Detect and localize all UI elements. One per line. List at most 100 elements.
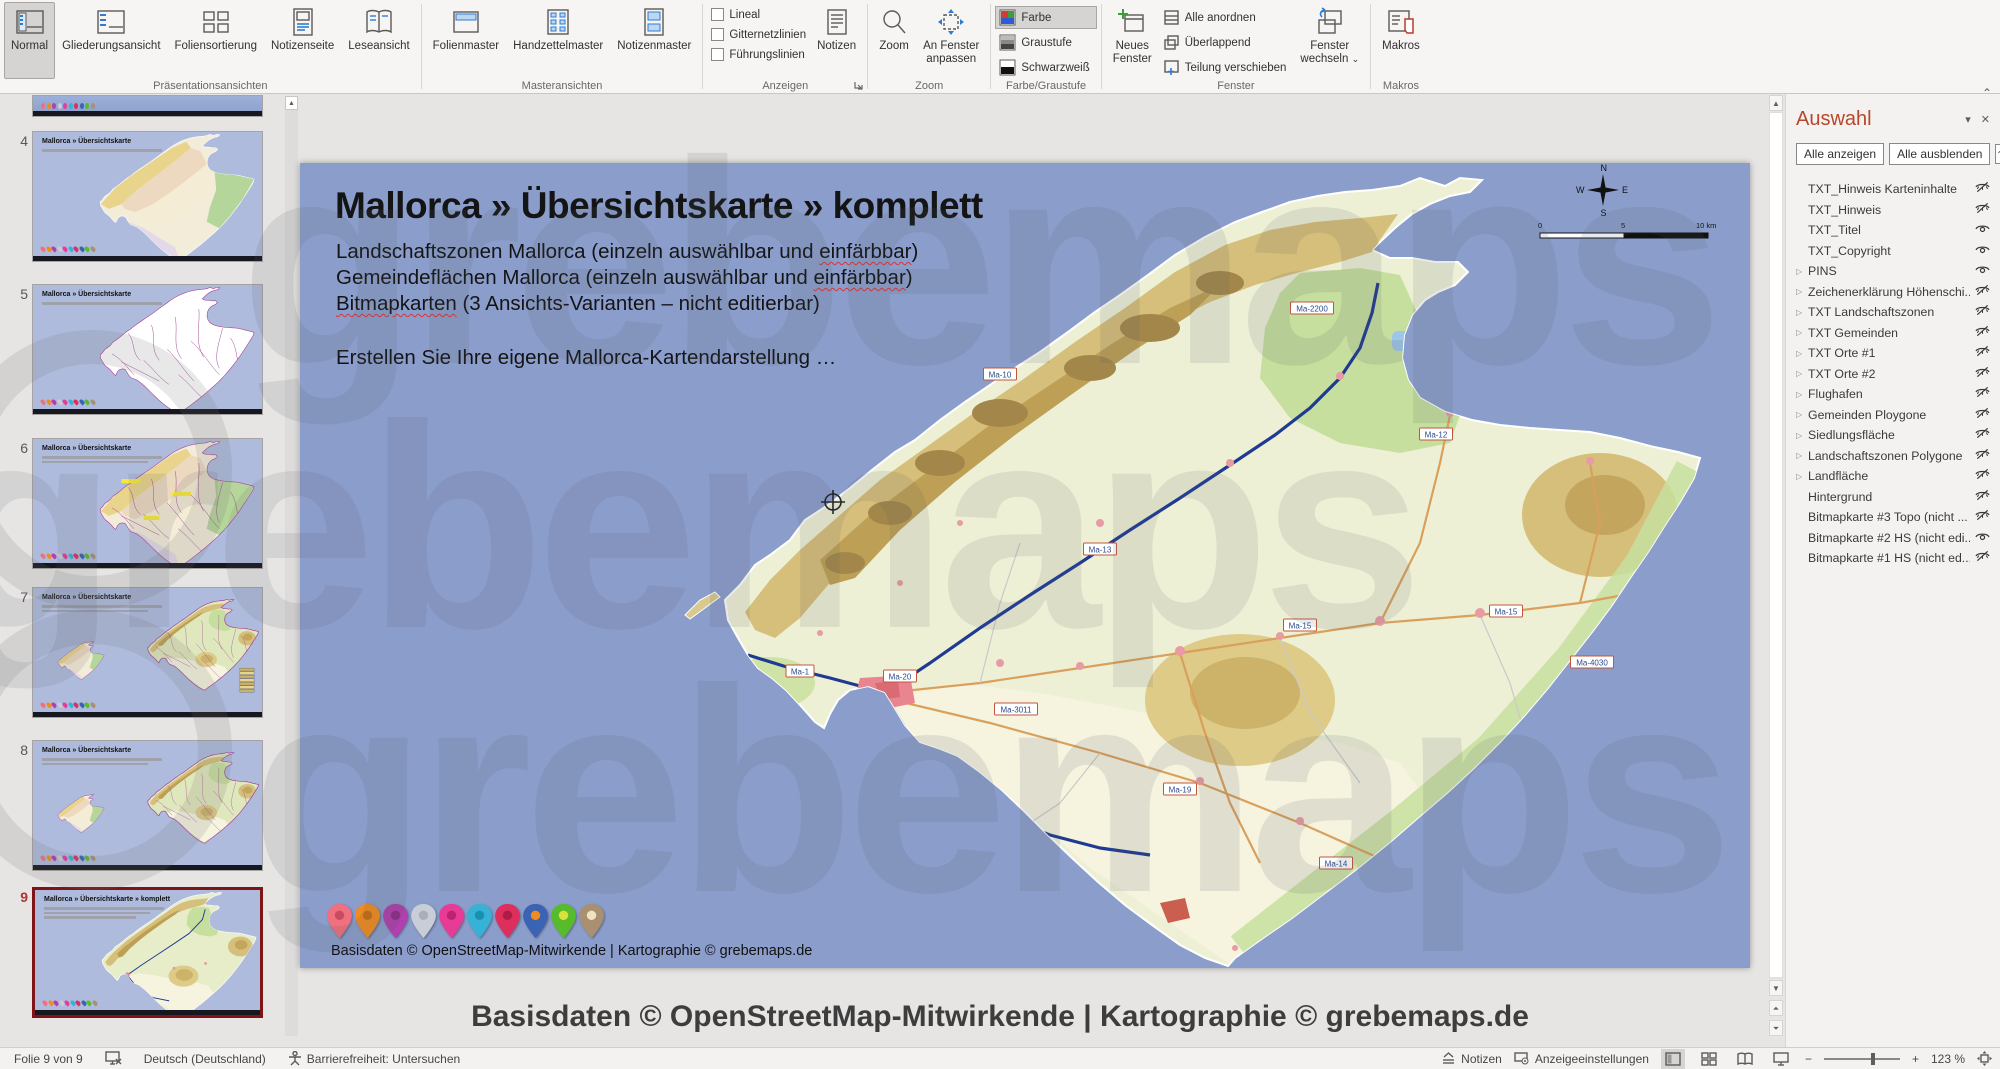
map-pin-orange[interactable]: [355, 904, 380, 938]
eye-hidden-icon[interactable]: [1970, 488, 1990, 506]
map-pin-silver[interactable]: [411, 904, 436, 938]
zoom-out-button[interactable]: −: [1805, 1052, 1812, 1066]
eye-hidden-icon[interactable]: [1970, 447, 1990, 465]
macros-button[interactable]: Makros: [1375, 2, 1427, 79]
eye-visible-icon[interactable]: [1970, 242, 1990, 260]
reading-view-toggle[interactable]: [1733, 1049, 1757, 1069]
thumbnail-slide-7[interactable]: 7Mallorca » Übersichtskarte: [32, 587, 263, 718]
slide-title-textbox[interactable]: Mallorca » Übersichtskarte » komplett: [335, 185, 983, 227]
thumbnail-slide-6[interactable]: 6Mallorca » Übersichtskarte: [32, 438, 263, 569]
expand-triangle-icon[interactable]: ▷: [1796, 431, 1808, 440]
accessibility-status[interactable]: Barrierefreiheit: Untersuchen: [288, 1051, 460, 1066]
slideshow-toggle[interactable]: [1769, 1049, 1793, 1069]
eye-hidden-icon[interactable]: [1970, 549, 1990, 567]
expand-triangle-icon[interactable]: ▷: [1796, 390, 1808, 399]
selection-layer-item[interactable]: TXT_Hinweis: [1796, 200, 1990, 221]
thumbnail-slide-8[interactable]: 8Mallorca » Übersichtskarte: [32, 740, 263, 871]
thumbnail-slide-5[interactable]: 5Mallorca » Übersichtskarte: [32, 284, 263, 415]
eye-hidden-icon[interactable]: [1970, 180, 1990, 198]
display-settings-toggle[interactable]: Anzeigeeinstellungen: [1514, 1052, 1649, 1066]
ruler-checkbox[interactable]: Lineal: [711, 8, 806, 21]
zoom-in-button[interactable]: +: [1912, 1052, 1919, 1066]
slide-sorter-toggle[interactable]: [1697, 1049, 1721, 1069]
eye-hidden-icon[interactable]: [1970, 201, 1990, 219]
show-all-button[interactable]: Alle anzeigen: [1796, 143, 1884, 165]
expand-triangle-icon[interactable]: ▷: [1796, 308, 1808, 317]
slide-counter[interactable]: Folie 9 von 9: [14, 1052, 83, 1066]
fit-slide-button[interactable]: [1977, 1051, 1992, 1066]
notes-page-button[interactable]: Notizenseite: [264, 2, 341, 79]
notes-master-button[interactable]: Notizenmaster: [610, 2, 698, 79]
selection-layer-item[interactable]: ▷Landschaftszonen Polygone: [1796, 446, 1990, 467]
eye-hidden-icon[interactable]: [1970, 406, 1990, 424]
expand-triangle-icon[interactable]: ▷: [1796, 287, 1808, 296]
selection-layer-item[interactable]: ▷TXT Orte #2: [1796, 364, 1990, 385]
handout-master-button[interactable]: Handzettelmaster: [506, 2, 610, 79]
scroll-up-arrow-icon[interactable]: ▲: [1769, 95, 1783, 111]
selection-layer-item[interactable]: Bitmapkarte #2 HS (nicht edi...: [1796, 528, 1990, 549]
selection-layer-item[interactable]: ▷Zeichenerklärung Höhenschi...: [1796, 282, 1990, 303]
selection-layer-item[interactable]: Bitmapkarte #3 Topo (nicht ...: [1796, 507, 1990, 528]
map-pin-green[interactable]: [551, 904, 576, 938]
fit-to-window-button[interactable]: An Fenster anpassen: [916, 2, 986, 79]
selection-layer-item[interactable]: ▷PINS: [1796, 261, 1990, 282]
expand-triangle-icon[interactable]: ▷: [1796, 369, 1808, 378]
guides-checkbox[interactable]: Führungslinien: [711, 48, 806, 61]
eye-hidden-icon[interactable]: [1970, 283, 1990, 301]
zoom-button[interactable]: Zoom: [872, 2, 916, 79]
expand-triangle-icon[interactable]: ▷: [1796, 328, 1808, 337]
expand-triangle-icon[interactable]: ▷: [1796, 451, 1808, 460]
gridlines-checkbox[interactable]: Gitternetzlinien: [711, 28, 806, 41]
eye-hidden-icon[interactable]: [1970, 303, 1990, 321]
selection-layer-item[interactable]: Bitmapkarte #1 HS (nicht ed...: [1796, 548, 1990, 569]
map-pin-tan[interactable]: [579, 904, 604, 938]
canvas-vertical-scrollbar[interactable]: ▲ ▼ ⏶ ⏷: [1767, 94, 1785, 1047]
thumbnail-slide-3-partial[interactable]: [32, 95, 263, 117]
selection-layer-item[interactable]: ▷Landfläche: [1796, 466, 1990, 487]
hide-all-button[interactable]: Alle ausblenden: [1889, 143, 1990, 165]
map-pin-blue[interactable]: [523, 904, 548, 938]
slide-subtitle-textbox[interactable]: Landschaftszonen Mallorca (einzeln auswä…: [336, 239, 918, 317]
selection-layer-item[interactable]: ▷Siedlungsfläche: [1796, 425, 1990, 446]
color-button[interactable]: Farbe: [995, 6, 1096, 29]
scroll-up-icon[interactable]: ▲: [285, 96, 298, 110]
outline-view-button[interactable]: Gliederungsansicht: [55, 2, 167, 79]
scroll-down-arrow-icon[interactable]: ▼: [1769, 980, 1783, 996]
map-pin-cyan[interactable]: [467, 904, 492, 938]
expand-triangle-icon[interactable]: ▷: [1796, 472, 1808, 481]
show-dialog-launcher-icon[interactable]: [853, 80, 865, 92]
selection-layer-item[interactable]: Hintergrund: [1796, 487, 1990, 508]
selection-layer-item[interactable]: TXT_Titel: [1796, 220, 1990, 241]
reading-view-button[interactable]: Leseansicht: [341, 2, 416, 79]
eye-hidden-icon[interactable]: [1970, 467, 1990, 485]
selection-layer-item[interactable]: ▷Gemeinden Ploygone: [1796, 405, 1990, 426]
black-white-button[interactable]: Schwarzweiß: [995, 56, 1096, 79]
thumbnail-scrollbar[interactable]: ▲: [285, 96, 298, 1036]
normal-view-button[interactable]: Normal: [4, 2, 55, 79]
eye-visible-icon[interactable]: [1970, 529, 1990, 547]
expand-triangle-icon[interactable]: ▷: [1796, 349, 1808, 358]
eye-hidden-icon[interactable]: [1970, 385, 1990, 403]
selection-layer-item[interactable]: ▷TXT Gemeinden: [1796, 323, 1990, 344]
eye-visible-icon[interactable]: [1970, 262, 1990, 280]
map-pin-crimson[interactable]: [495, 904, 520, 938]
slide-9-editing-surface[interactable]: Ma-10Ma-2200Ma-13Ma-12Ma-1Ma-20Ma-15Ma-1…: [300, 163, 1750, 968]
zoom-slider[interactable]: [1824, 1050, 1900, 1068]
switch-window-button[interactable]: Fenster wechseln ⌄: [1293, 2, 1366, 79]
notes-toggle[interactable]: Notizen: [1441, 1052, 1502, 1066]
selection-layer-item[interactable]: ▷TXT Orte #1: [1796, 343, 1990, 364]
new-window-button[interactable]: Neues Fenster: [1106, 2, 1159, 79]
selection-layer-item[interactable]: TXT_Hinweis Karteninhalte: [1796, 179, 1990, 200]
selection-layer-item[interactable]: TXT_Copyright: [1796, 241, 1990, 262]
normal-view-toggle[interactable]: [1661, 1049, 1685, 1069]
slide-copyright-text[interactable]: Basisdaten © OpenStreetMap-Mitwirkende |…: [331, 943, 812, 959]
map-pin-pink[interactable]: [439, 904, 464, 938]
pane-close-icon[interactable]: ✕: [1981, 113, 1990, 126]
slide-master-button[interactable]: Folienmaster: [426, 2, 506, 79]
previous-slide-button[interactable]: ⏶: [1769, 1000, 1783, 1016]
bring-forward-button[interactable]: ⌃: [1995, 144, 2000, 164]
thumbnail-slide-9[interactable]: 9Mallorca » Übersichtskarte » komplett: [32, 887, 263, 1018]
grayscale-button[interactable]: Graustufe: [995, 31, 1096, 54]
slide-sorter-button[interactable]: Foliensortierung: [168, 2, 264, 79]
next-slide-button[interactable]: ⏷: [1769, 1020, 1783, 1036]
